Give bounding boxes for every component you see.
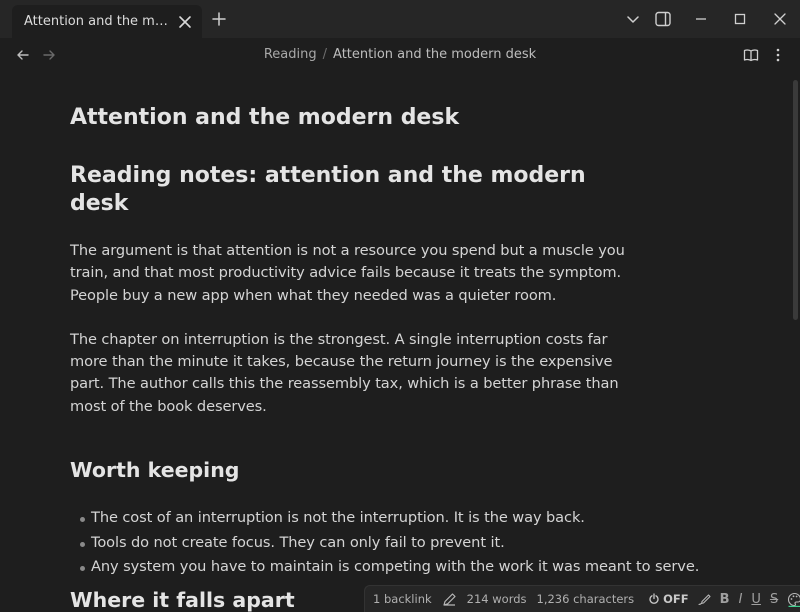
minimize-icon[interactable]	[692, 10, 710, 28]
section-heading-falls-apart: Where it falls apart	[70, 588, 295, 612]
bullet-dot	[80, 517, 85, 523]
list-item-text: The cost of an interruption is not the i…	[91, 509, 585, 527]
breadcrumb-separator: /	[322, 47, 328, 62]
window-close-icon[interactable]	[771, 10, 789, 28]
note-title[interactable]: Attention and the modern desk	[70, 104, 630, 132]
close-icon[interactable]	[178, 15, 192, 29]
sync-status: OFF	[663, 592, 689, 606]
list-item: Tools do not create focus. They can only…	[70, 531, 630, 556]
power-icon	[649, 593, 659, 604]
paragraph-1: The argument is that attention is not a …	[70, 242, 625, 304]
list-item: The cost of an interruption is not the i…	[70, 506, 630, 531]
breadcrumb-folder[interactable]: Reading	[264, 47, 317, 62]
sidebar-toggle-icon[interactable]	[654, 10, 672, 28]
list-item-text: Tools do not create focus. They can only…	[91, 533, 505, 551]
character-count: 1,236 characters	[536, 592, 635, 606]
breadcrumb: Reading / Attention and the modern desk	[0, 47, 800, 62]
list-item: Any system you have to maintain is compe…	[70, 555, 699, 580]
scrollbar[interactable]	[793, 80, 798, 320]
paragraph-2: The chapter on interruption is the stron…	[70, 330, 619, 415]
bullet-dot	[80, 541, 85, 547]
underline-button[interactable]: U	[751, 592, 761, 607]
tab-attention[interactable]: Attention and the modern desk	[12, 5, 202, 38]
note-editor[interactable]: Attention and the modern desk Reading no…	[70, 84, 699, 580]
chevron-down-icon[interactable]	[624, 10, 642, 28]
breadcrumb-current[interactable]: Attention and the modern desk	[333, 47, 536, 62]
plus-icon[interactable]	[210, 10, 228, 28]
sync-toggle[interactable]: OFF	[648, 592, 689, 606]
bullet-dot	[80, 566, 85, 572]
tab-title: Attention and the modern desk	[24, 14, 170, 29]
list-item-text: Any system you have to maintain is compe…	[91, 558, 700, 576]
book-open-icon[interactable]	[743, 47, 759, 63]
bold-button[interactable]: B	[720, 592, 730, 607]
more-vertical-icon[interactable]	[770, 47, 786, 63]
bullet-list: The cost of an interruption is not the i…	[70, 506, 699, 580]
maximize-icon[interactable]	[731, 10, 749, 28]
italic-button[interactable]: I	[739, 592, 743, 607]
status-bar: 1 backlink 214 words 1,236 characters OF…	[364, 585, 800, 612]
word-count: 214 words	[466, 592, 527, 606]
title-bar: Attention and the modern desk	[0, 0, 800, 39]
pencil-icon[interactable]	[442, 592, 457, 607]
strikethrough-button[interactable]: S	[770, 592, 778, 607]
palette-icon[interactable]	[787, 592, 800, 607]
format-brush-icon[interactable]	[697, 592, 712, 607]
backlinks-count[interactable]: 1 backlink	[373, 592, 432, 606]
note-heading: Reading notes: attention and the modern …	[70, 163, 586, 216]
section-heading-worth-keeping: Worth keeping	[70, 458, 240, 483]
nav-bar: Reading / Attention and the modern desk	[0, 38, 800, 72]
